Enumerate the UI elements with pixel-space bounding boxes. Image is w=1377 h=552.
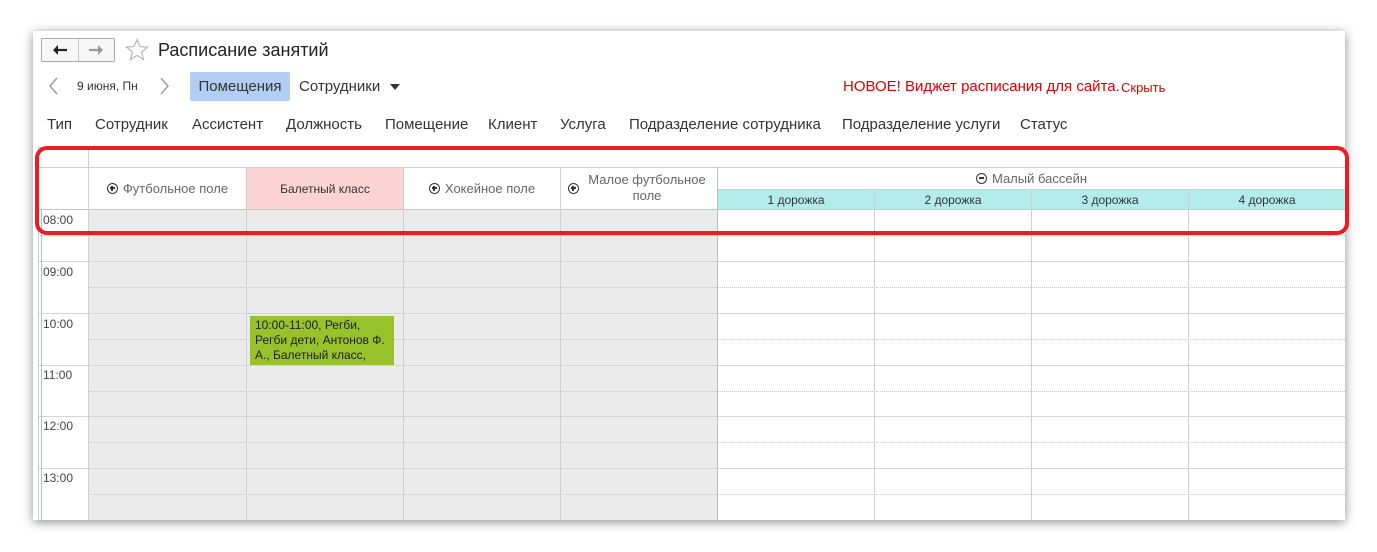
filter-employee-division[interactable]: Подразделение сотрудника: [629, 116, 821, 133]
dropdown-caret-icon[interactable]: [390, 84, 400, 90]
room-header-hockey[interactable]: Хокейное поле: [404, 168, 560, 209]
chevron-left-icon[interactable]: [47, 76, 59, 96]
chevron-right-icon[interactable]: [159, 76, 171, 96]
room-header-football[interactable]: Футбольное поле: [89, 168, 246, 209]
arrow-left-icon: [52, 45, 67, 55]
back-button[interactable]: [42, 39, 78, 61]
filter-service[interactable]: Услуга: [560, 116, 606, 133]
schedule-grid: Футбольное поле Балетный класс Хокейное …: [33, 147, 1345, 520]
filter-type[interactable]: Тип: [47, 116, 72, 133]
title-bar: Расписание занятий: [33, 31, 1345, 69]
filter-room[interactable]: Помещение: [385, 116, 468, 133]
forward-button[interactable]: [77, 39, 115, 61]
filter-status[interactable]: Статус: [1020, 116, 1067, 133]
lane-header[interactable]: 1 дорожка: [718, 190, 874, 209]
filter-bar: Тип Сотрудник Ассистент Должность Помеще…: [33, 114, 1345, 136]
time-label: 11:00: [43, 368, 73, 382]
rooms-tab[interactable]: Помещения: [190, 72, 290, 101]
toolbar: 9 июня, Пн Помещения Сотрудники НОВОЕ! В…: [33, 71, 1345, 101]
time-label: 09:00: [43, 265, 74, 279]
history-nav: [41, 38, 115, 62]
promo-hide-link[interactable]: Скрыть: [1121, 80, 1165, 95]
plus-circle-icon[interactable]: [428, 183, 440, 194]
filter-employee[interactable]: Сотрудник: [95, 116, 168, 133]
arrow-right-icon: [89, 45, 104, 55]
minus-circle-icon[interactable]: [975, 173, 987, 184]
lane-header[interactable]: 4 дорожка: [1189, 190, 1345, 209]
date-label[interactable]: 9 июня, Пн: [77, 79, 138, 93]
filter-service-division[interactable]: Подразделение услуги: [842, 116, 1000, 133]
page-title: Расписание занятий: [158, 40, 329, 60]
lane-header[interactable]: 3 дорожка: [1032, 190, 1188, 209]
room-header-small-football[interactable]: Малое футбольное поле: [561, 168, 717, 209]
time-label: 13:00: [43, 471, 74, 485]
lane-header[interactable]: 2 дорожка: [875, 190, 1031, 209]
time-label: 10:00: [43, 317, 74, 331]
schedule-window: Расписание занятий 9 июня, Пн Помещения …: [33, 31, 1345, 520]
time-label: 08:00: [43, 213, 74, 227]
plus-circle-icon[interactable]: [568, 183, 579, 194]
filter-assistant[interactable]: Ассистент: [192, 116, 263, 133]
favorite-star-icon[interactable]: [125, 38, 149, 61]
event-block[interactable]: 10:00-11:00, Регби, Регби дети, Антонов …: [250, 316, 394, 365]
promo-link[interactable]: НОВОЕ! Виджет расписания для сайта.: [843, 78, 1120, 95]
room-header-ballet[interactable]: Балетный класс: [247, 168, 403, 209]
filter-client[interactable]: Клиент: [488, 116, 537, 133]
room-header-small-pool[interactable]: Малый бассейн: [718, 168, 1345, 189]
plus-circle-icon[interactable]: [106, 183, 118, 194]
filter-position[interactable]: Должность: [286, 116, 362, 133]
time-label: 12:00: [43, 419, 74, 433]
staff-tab[interactable]: Сотрудники: [299, 78, 380, 95]
